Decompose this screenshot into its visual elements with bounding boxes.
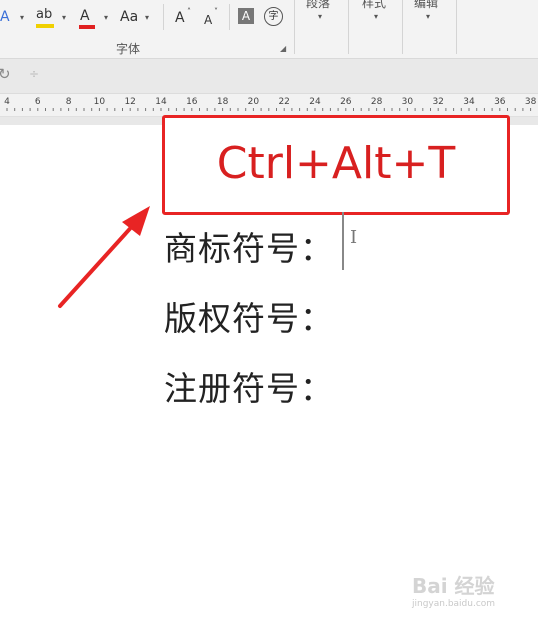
red-arrow-icon: [58, 206, 150, 308]
watermark-url: jingyan.baidu.com: [412, 599, 496, 609]
watermark-logo: Bai 经验: [412, 574, 495, 598]
